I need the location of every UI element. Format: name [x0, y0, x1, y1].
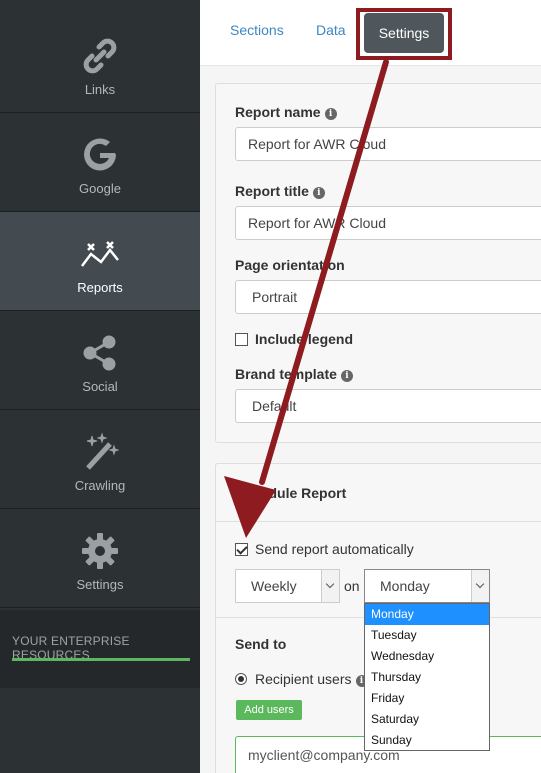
send-automatically-label: Send report automatically	[255, 541, 414, 557]
sidebar-item-crawling[interactable]: Crawling	[0, 410, 200, 509]
reports-icon	[81, 241, 119, 267]
sidebar-item-label: Links	[84, 82, 116, 97]
enterprise-resources[interactable]: YOUR ENTERPRISE RESOURCES	[0, 610, 200, 688]
sidebar-item-label: Reports	[77, 280, 123, 295]
chevron-down-icon	[471, 570, 489, 602]
sidebar-item-settings[interactable]: Settings	[0, 509, 200, 608]
send-automatically-checkbox[interactable]	[235, 543, 248, 556]
tab-data[interactable]: Data	[316, 22, 346, 38]
sidebar-item-label: Settings	[76, 577, 124, 592]
schedule-report-title: Schedule Report	[235, 485, 347, 501]
day-option-tuesday[interactable]: Tuesday	[365, 625, 489, 646]
chevron-down-icon	[321, 570, 339, 602]
link-icon	[83, 38, 117, 74]
report-title-label: Report title i	[235, 183, 325, 199]
day-option-wednesday[interactable]: Wednesday	[365, 646, 489, 667]
on-label: on	[344, 578, 360, 594]
page-orientation-label: Page orientation	[235, 257, 345, 273]
report-name-input[interactable]: Report for AWR Cloud	[235, 127, 541, 161]
info-icon[interactable]: i	[324, 108, 337, 120]
recipient-users-radio[interactable]	[235, 673, 247, 685]
info-icon[interactable]: i	[340, 370, 353, 382]
sidebar-item-reports[interactable]: Reports	[0, 212, 200, 311]
include-legend-label: Include legend	[255, 331, 354, 347]
day-option-sunday[interactable]: Sunday	[365, 730, 489, 751]
sidebar-item-label: Crawling	[74, 478, 126, 493]
day-option-saturday[interactable]: Saturday	[365, 709, 489, 730]
add-users-button[interactable]: Add users	[236, 700, 302, 720]
report-name-label: Report name i	[235, 104, 337, 120]
magic-wand-icon	[86, 432, 120, 470]
recipient-users-label: Recipient users i	[255, 671, 368, 687]
report-title-input[interactable]: Report for AWR Cloud	[235, 206, 541, 240]
sidebar-item-label: Google	[79, 181, 121, 196]
frequency-select[interactable]: Weekly	[235, 569, 340, 603]
day-select[interactable]: Monday	[364, 569, 490, 603]
info-icon[interactable]: i	[312, 187, 325, 199]
send-to-label: Send to	[235, 636, 287, 652]
include-legend-checkbox[interactable]	[235, 333, 248, 346]
enterprise-underline	[12, 658, 190, 661]
brand-template-select[interactable]: Default	[235, 389, 541, 423]
gear-icon	[82, 533, 118, 569]
day-value: Monday	[380, 578, 430, 594]
day-dropdown-list: Monday Tuesday Wednesday Thursday Friday…	[364, 603, 490, 751]
sidebar-item-label: Social	[82, 379, 118, 394]
day-option-friday[interactable]: Friday	[365, 688, 489, 709]
page-orientation-select[interactable]: Portrait	[235, 280, 541, 314]
share-icon	[83, 335, 116, 371]
annotation-highlight-box	[356, 8, 452, 60]
sidebar-item-social[interactable]: Social	[0, 311, 200, 410]
google-icon	[84, 138, 116, 171]
divider	[216, 521, 541, 522]
day-option-thursday[interactable]: Thursday	[365, 667, 489, 688]
frequency-value: Weekly	[251, 578, 297, 594]
day-option-monday[interactable]: Monday	[365, 604, 489, 625]
brand-template-label: Brand template i	[235, 366, 353, 382]
sidebar-item-google[interactable]: Google	[0, 113, 200, 212]
sidebar: Links Google Reports Social Crawling Set…	[0, 0, 200, 773]
sidebar-item-links[interactable]: Links	[0, 14, 200, 113]
tab-sections[interactable]: Sections	[230, 22, 284, 38]
